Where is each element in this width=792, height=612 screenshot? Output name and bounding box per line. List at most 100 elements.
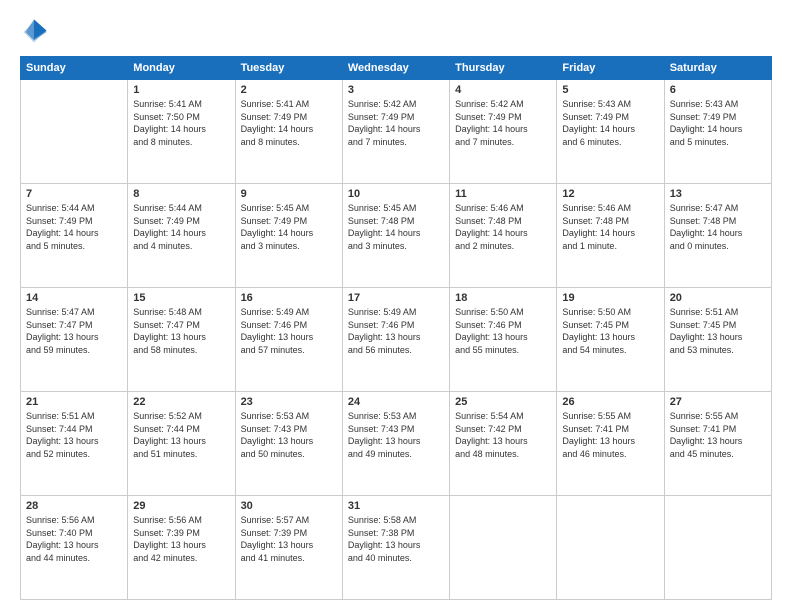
weekday-header-sunday: Sunday (21, 57, 128, 80)
calendar-cell: 10 Sunrise: 5:45 AMSunset: 7:48 PMDayligh… (342, 184, 449, 288)
calendar-cell: 11 Sunrise: 5:46 AMSunset: 7:48 PMDayligh… (450, 184, 557, 288)
day-number: 10 (348, 188, 444, 200)
day-info: Sunrise: 5:48 AMSunset: 7:47 PMDaylight:… (133, 306, 229, 356)
day-info: Sunrise: 5:55 AMSunset: 7:41 PMDaylight:… (562, 410, 658, 460)
calendar-cell: 12 Sunrise: 5:46 AMSunset: 7:48 PMDayligh… (557, 184, 664, 288)
day-number: 17 (348, 292, 444, 304)
day-number: 8 (133, 188, 229, 200)
calendar-cell: 27 Sunrise: 5:55 AMSunset: 7:41 PMDayligh… (664, 392, 771, 496)
calendar-cell: 8 Sunrise: 5:44 AMSunset: 7:49 PMDaylight… (128, 184, 235, 288)
calendar-cell: 19 Sunrise: 5:50 AMSunset: 7:45 PMDayligh… (557, 288, 664, 392)
calendar-cell: 7Sunrise: 5:44 AMSunset: 7:49 PMDaylight… (21, 184, 128, 288)
calendar-cell: 9 Sunrise: 5:45 AMSunset: 7:49 PMDaylight… (235, 184, 342, 288)
day-number: 19 (562, 292, 658, 304)
day-info: Sunrise: 5:53 AMSunset: 7:43 PMDaylight:… (348, 410, 444, 460)
calendar-cell: 26 Sunrise: 5:55 AMSunset: 7:41 PMDayligh… (557, 392, 664, 496)
calendar-cell: 31 Sunrise: 5:58 AMSunset: 7:38 PMDayligh… (342, 496, 449, 600)
calendar-cell: 3 Sunrise: 5:42 AMSunset: 7:49 PMDaylight… (342, 80, 449, 184)
day-info: Sunrise: 5:58 AMSunset: 7:38 PMDaylight:… (348, 514, 444, 564)
day-info: Sunrise: 5:50 AMSunset: 7:45 PMDaylight:… (562, 306, 658, 356)
day-number: 21 (26, 396, 122, 408)
week-row-1: 1 Sunrise: 5:41 AMSunset: 7:50 PMDaylight… (21, 80, 772, 184)
day-number: 7 (26, 188, 122, 200)
week-row-2: 7 Sunrise: 5:44 AMSunset: 7:49 PMDaylight… (21, 184, 772, 288)
calendar-cell: 4 Sunrise: 5:42 AMSunset: 7:49 PMDaylight… (450, 80, 557, 184)
day-number: 26 (562, 396, 658, 408)
day-info: Sunrise: 5:44 AMSunset: 7:49 PMDaylight:… (133, 202, 229, 252)
calendar-cell: 30Sunrise: 5:57 AMSunset: 7:39 PMDayligh… (235, 496, 342, 600)
day-info: Sunrise: 5:50 AMSunset: 7:46 PMDaylight:… (455, 306, 551, 356)
day-info: Sunrise: 5:41 AMSunset: 7:49 PMDaylight:… (241, 98, 337, 148)
day-info: Sunrise: 5:41 AMSunset: 7:50 PMDaylight:… (133, 98, 229, 148)
day-number: 16 (241, 292, 337, 304)
calendar-cell (557, 496, 664, 600)
calendar-table: SundayMondayTuesdayWednesdayThursdayFrid… (20, 56, 772, 600)
header (20, 18, 772, 46)
calendar-cell (450, 496, 557, 600)
calendar-cell: 13 Sunrise: 5:47 AMSunset: 7:48 PMDayligh… (664, 184, 771, 288)
day-info: Sunrise: 5:56 AMSunset: 7:40 PMDaylight:… (26, 514, 122, 564)
calendar-cell: 25Sunrise: 5:54 AMSunset: 7:42 PMDayligh… (450, 392, 557, 496)
day-number: 13 (670, 188, 766, 200)
weekday-header-saturday: Saturday (664, 57, 771, 80)
calendar-cell: 29Sunrise: 5:56 AMSunset: 7:39 PMDayligh… (128, 496, 235, 600)
day-number: 31 (348, 500, 444, 512)
week-row-3: 14Sunrise: 5:47 AMSunset: 7:47 PMDayligh… (21, 288, 772, 392)
calendar-cell: 17 Sunrise: 5:49 AMSunset: 7:46 PMDayligh… (342, 288, 449, 392)
weekday-header-monday: Monday (128, 57, 235, 80)
calendar-cell (21, 80, 128, 184)
calendar-cell: 22Sunrise: 5:52 AMSunset: 7:44 PMDayligh… (128, 392, 235, 496)
day-number: 2 (241, 84, 337, 96)
day-info: Sunrise: 5:46 AMSunset: 7:48 PMDaylight:… (562, 202, 658, 252)
week-row-5: 28 Sunrise: 5:56 AMSunset: 7:40 PMDayligh… (21, 496, 772, 600)
weekday-header-wednesday: Wednesday (342, 57, 449, 80)
day-info: Sunrise: 5:53 AMSunset: 7:43 PMDaylight:… (241, 410, 337, 460)
weekday-header-thursday: Thursday (450, 57, 557, 80)
day-number: 15 (133, 292, 229, 304)
day-number: 4 (455, 84, 551, 96)
day-info: Sunrise: 5:51 AMSunset: 7:44 PMDaylight:… (26, 410, 122, 460)
day-info: Sunrise: 5:52 AMSunset: 7:44 PMDaylight:… (133, 410, 229, 460)
page: SundayMondayTuesdayWednesdayThursdayFrid… (0, 0, 792, 612)
day-number: 1 (133, 84, 229, 96)
day-number: 12 (562, 188, 658, 200)
day-number: 20 (670, 292, 766, 304)
day-number: 11 (455, 188, 551, 200)
logo (20, 18, 52, 46)
day-number: 27 (670, 396, 766, 408)
day-info: Sunrise: 5:47 AMSunset: 7:48 PMDaylight:… (670, 202, 766, 252)
day-number: 3 (348, 84, 444, 96)
weekday-header-row: SundayMondayTuesdayWednesdayThursdayFrid… (21, 57, 772, 80)
weekday-header-friday: Friday (557, 57, 664, 80)
day-info: Sunrise: 5:55 AMSunset: 7:41 PMDaylight:… (670, 410, 766, 460)
day-info: Sunrise: 5:56 AMSunset: 7:39 PMDaylight:… (133, 514, 229, 564)
day-info: Sunrise: 5:45 AMSunset: 7:48 PMDaylight:… (348, 202, 444, 252)
calendar-cell: 14Sunrise: 5:47 AMSunset: 7:47 PMDayligh… (21, 288, 128, 392)
day-number: 28 (26, 500, 122, 512)
day-info: Sunrise: 5:47 AMSunset: 7:47 PMDaylight:… (26, 306, 122, 356)
day-info: Sunrise: 5:57 AMSunset: 7:39 PMDaylight:… (241, 514, 337, 564)
day-info: Sunrise: 5:45 AMSunset: 7:49 PMDaylight:… (241, 202, 337, 252)
week-row-4: 21 Sunrise: 5:51 AMSunset: 7:44 PMDayligh… (21, 392, 772, 496)
calendar-cell: 1 Sunrise: 5:41 AMSunset: 7:50 PMDaylight… (128, 80, 235, 184)
calendar-cell (664, 496, 771, 600)
calendar-cell: 16Sunrise: 5:49 AMSunset: 7:46 PMDayligh… (235, 288, 342, 392)
day-info: Sunrise: 5:43 AMSunset: 7:49 PMDaylight:… (562, 98, 658, 148)
day-number: 24 (348, 396, 444, 408)
calendar-cell: 5Sunrise: 5:43 AMSunset: 7:49 PMDaylight… (557, 80, 664, 184)
day-info: Sunrise: 5:42 AMSunset: 7:49 PMDaylight:… (348, 98, 444, 148)
calendar-cell: 2 Sunrise: 5:41 AMSunset: 7:49 PMDaylight… (235, 80, 342, 184)
day-number: 25 (455, 396, 551, 408)
day-number: 9 (241, 188, 337, 200)
calendar-cell: 24 Sunrise: 5:53 AMSunset: 7:43 PMDayligh… (342, 392, 449, 496)
day-info: Sunrise: 5:51 AMSunset: 7:45 PMDaylight:… (670, 306, 766, 356)
day-info: Sunrise: 5:49 AMSunset: 7:46 PMDaylight:… (348, 306, 444, 356)
day-number: 18 (455, 292, 551, 304)
day-info: Sunrise: 5:46 AMSunset: 7:48 PMDaylight:… (455, 202, 551, 252)
calendar-cell: 20 Sunrise: 5:51 AMSunset: 7:45 PMDayligh… (664, 288, 771, 392)
calendar-cell: 6Sunrise: 5:43 AMSunset: 7:49 PMDaylight… (664, 80, 771, 184)
calendar-cell: 21 Sunrise: 5:51 AMSunset: 7:44 PMDayligh… (21, 392, 128, 496)
calendar-cell: 23Sunrise: 5:53 AMSunset: 7:43 PMDayligh… (235, 392, 342, 496)
day-info: Sunrise: 5:42 AMSunset: 7:49 PMDaylight:… (455, 98, 551, 148)
weekday-header-tuesday: Tuesday (235, 57, 342, 80)
